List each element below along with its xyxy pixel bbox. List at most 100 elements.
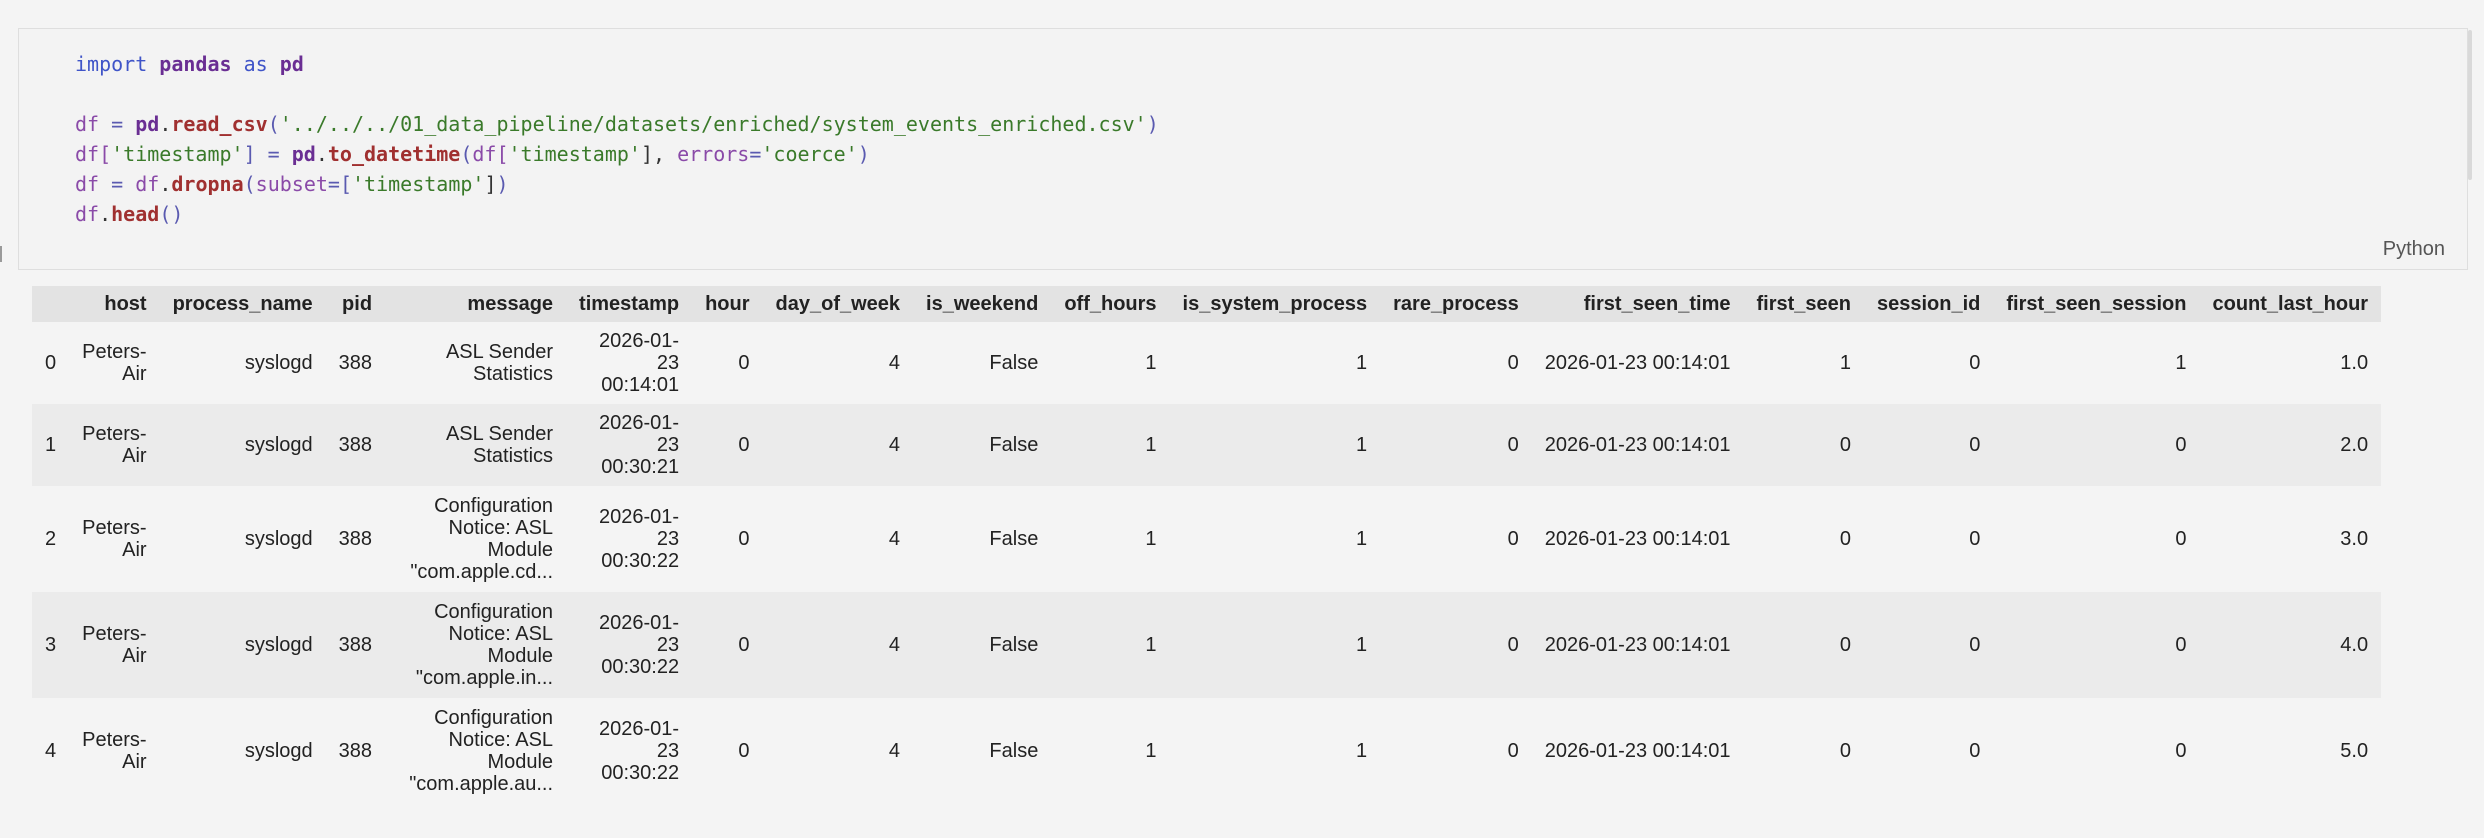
code-token: . xyxy=(159,172,172,196)
cell-host: Peters-Air xyxy=(82,729,147,773)
code-token: = xyxy=(99,112,136,136)
cell-first-seen-time: 2026-01-23 00:14:01 xyxy=(1544,740,1731,762)
code-token: . xyxy=(99,202,112,226)
cell-message: Configuration Notice: ASL Module "com.ap… xyxy=(409,707,554,795)
cell-rare-process: 0 xyxy=(1507,634,1519,656)
cell-language-label[interactable]: Python xyxy=(2383,238,2445,261)
vertical-scrollbar[interactable] xyxy=(2468,30,2472,180)
cell-process-name: syslogd xyxy=(244,528,313,550)
cell-process-name: syslogd xyxy=(244,352,313,374)
cell-is-system-process: 1 xyxy=(1356,352,1368,374)
cell-first-seen: 0 xyxy=(1839,434,1851,456)
code-token: '../../../01_data_pipeline/datasets/enri… xyxy=(279,112,1147,136)
code-token: pd xyxy=(279,52,304,76)
table-row: 3 Peters-Air syslogd 388 Configuration N… xyxy=(32,592,2382,698)
row-index: 4 xyxy=(45,740,57,762)
cell-hour: 0 xyxy=(738,434,750,456)
code-token: read_csv xyxy=(171,112,268,136)
code-token: df[ xyxy=(75,142,112,166)
cell-session-id: 0 xyxy=(1969,634,1981,656)
cell-first-seen-session: 0 xyxy=(2175,434,2187,456)
cell-host: Peters-Air xyxy=(82,517,147,561)
code-token: . xyxy=(315,142,328,166)
cell-process-name: syslogd xyxy=(244,434,313,456)
table-row: 4 Peters-Air syslogd 388 Configuration N… xyxy=(32,698,2382,804)
code-token: ) xyxy=(857,142,870,166)
cell-pid: 388 xyxy=(338,528,373,550)
column-header-host: host xyxy=(104,292,147,315)
column-header-message: message xyxy=(467,292,554,315)
code-token: to_datetime xyxy=(327,142,461,166)
cell-day-of-week: 4 xyxy=(888,434,901,456)
column-header-count-last-hour: count_last_hour xyxy=(2212,292,2369,315)
column-header-hour: hour xyxy=(705,292,750,315)
code-token: 'coerce' xyxy=(761,142,858,166)
column-header-off-hours: off_hours xyxy=(1064,292,1157,315)
table-row: 0 Peters-Air syslogd 388 ASL Sender Stat… xyxy=(32,322,2382,404)
cell-first-seen-time: 2026-01-23 00:14:01 xyxy=(1544,352,1731,374)
cell-rare-process: 0 xyxy=(1507,528,1519,550)
code-cell[interactable]: import pandas as pd df = pd.read_csv('../… xyxy=(18,28,2468,270)
cell-is-system-process: 1 xyxy=(1356,528,1368,550)
cell-first-seen: 0 xyxy=(1839,634,1851,656)
cell-session-id: 0 xyxy=(1969,434,1981,456)
code-token: import xyxy=(75,52,148,76)
cell-is-weekend: False xyxy=(989,528,1039,550)
code-token: = xyxy=(99,172,136,196)
cell-first-seen-session: 0 xyxy=(2175,528,2187,550)
cell-session-id: 0 xyxy=(1969,740,1981,762)
cell-message: Configuration Notice: ASL Module "com.ap… xyxy=(410,495,554,583)
cell-off-hours: 1 xyxy=(1145,740,1157,762)
cell-host: Peters-Air xyxy=(82,623,147,667)
code-token: =[ xyxy=(327,172,352,196)
cell-hour: 0 xyxy=(738,352,750,374)
code-token: pd xyxy=(291,142,316,166)
row-index: 3 xyxy=(45,634,57,656)
cell-day-of-week: 4 xyxy=(888,528,901,550)
cell-off-hours: 1 xyxy=(1145,434,1157,456)
cell-message: Configuration Notice: ASL Module "com.ap… xyxy=(415,601,554,689)
cell-timestamp: 2026-01-23 00:30:22 xyxy=(599,718,680,784)
cell-first-seen-session: 0 xyxy=(2175,740,2187,762)
cell-rare-process: 0 xyxy=(1507,740,1519,762)
code-editor[interactable]: import pandas as pd df = pd.read_csv('../… xyxy=(75,49,1159,229)
cell-is-system-process: 1 xyxy=(1356,434,1368,456)
dataframe-table: host process_name pid message timestamp … xyxy=(32,286,2382,804)
table-header-row: host process_name pid message timestamp … xyxy=(32,286,2382,322)
cell-execution-marker xyxy=(0,246,2,262)
code-token: 'timestamp' xyxy=(508,142,641,166)
cell-process-name: syslogd xyxy=(244,740,313,762)
cell-first-seen: 1 xyxy=(1839,352,1851,374)
cell-day-of-week: 4 xyxy=(888,740,901,762)
code-token: df xyxy=(135,172,160,196)
column-header-timestamp: timestamp xyxy=(579,292,680,315)
cell-first-seen-time: 2026-01-23 00:14:01 xyxy=(1544,528,1731,550)
column-header-rare-process: rare_process xyxy=(1393,292,1519,315)
cell-is-weekend: False xyxy=(989,352,1039,374)
cell-host: Peters-Air xyxy=(82,423,147,467)
row-index: 2 xyxy=(45,528,57,550)
cell-first-seen: 0 xyxy=(1839,740,1851,762)
code-token: ], xyxy=(640,142,678,166)
cell-off-hours: 1 xyxy=(1145,528,1157,550)
cell-count-last-hour: 2.0 xyxy=(2340,434,2369,456)
cell-first-seen-time: 2026-01-23 00:14:01 xyxy=(1544,634,1731,656)
code-token: df xyxy=(75,112,100,136)
cell-hour: 0 xyxy=(738,740,750,762)
cell-hour: 0 xyxy=(738,528,750,550)
cell-first-seen-session: 1 xyxy=(2175,352,2187,374)
column-header-first-seen-time: first_seen_time xyxy=(1583,292,1731,315)
column-header-index xyxy=(32,286,69,322)
cell-day-of-week: 4 xyxy=(888,352,901,374)
cell-first-seen-session: 0 xyxy=(2175,634,2187,656)
table-row: 1 Peters-Air syslogd 388 ASL Sender Stat… xyxy=(32,404,2382,486)
code-line-1: import pandas as pd xyxy=(75,49,1159,79)
row-index: 0 xyxy=(45,352,57,374)
row-index: 1 xyxy=(45,434,57,456)
cell-is-weekend: False xyxy=(989,434,1039,456)
notebook: import pandas as pd df = pd.read_csv('../… xyxy=(0,0,2484,838)
cell-is-system-process: 1 xyxy=(1356,740,1368,762)
cell-timestamp: 2026-01-23 00:30:21 xyxy=(599,412,680,478)
